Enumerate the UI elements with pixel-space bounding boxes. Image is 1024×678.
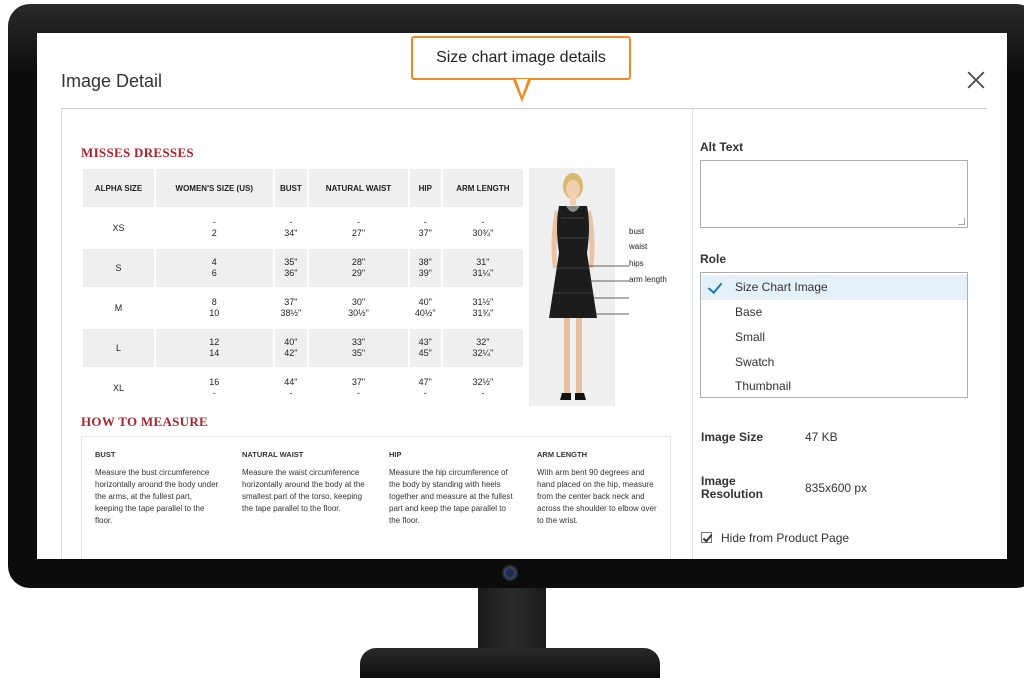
table-cell: 8 10 [156,289,273,327]
measure-label-hips: hips [629,259,644,268]
close-icon[interactable] [965,69,987,91]
table-cell: - 27" [309,209,408,247]
how-to-measure-heading: HOW TO MEASURE [81,414,209,429]
table-cell: S [83,249,155,287]
monitor-stand-base [360,648,660,678]
role-option-size-chart-image[interactable]: Size Chart Image [701,275,967,300]
table-cell: - 37" [409,209,441,247]
size-table: ALPHA SIZE WOMEN'S SIZE (US) BUST NATURAL W… [81,167,525,409]
table-cell: 4 6 [156,249,273,287]
alt-text-input[interactable] [700,160,968,228]
table-cell: 38" 39" [409,249,441,287]
image-size-value: 47 KB [805,430,838,444]
table-row: XS - 2- 34" - 27" - 37" - 30¾" [83,209,523,247]
chart-heading: MISSES DRESSES [81,145,194,160]
table-cell: 40" 42" [274,329,308,367]
table-row: M8 10 37" 38½" 30" 30½" 40" 40½" 31½" 31¾" [83,289,523,327]
table-cell: 40" 40½" [409,289,441,327]
measure-label-waist: waist [629,242,648,251]
table-cell: 33" 35" [309,329,408,367]
table-cell: 16 - [156,369,273,407]
image-resolution-label: Image Resolution [701,474,763,501]
table-cell: L [83,329,155,367]
table-cell: - 30¾" [442,209,523,247]
image-resolution-value: 835x600 px [805,481,868,495]
alt-text-label: Alt Text [700,140,744,154]
table-row: S4 6 35" 36" 28" 29" 38" 39" 31" 31¼" [83,249,523,287]
table-row: XL 16 -44" -37" -47" -32½" - [83,369,523,407]
table-cell: 44" - [274,369,308,407]
table-cell: 31½" 31¾" [442,289,523,327]
check-icon [707,278,723,295]
table-cell: M [83,289,155,327]
table-cell: 31" 31¼" [442,249,523,287]
measure-col-waist: NATURAL WAIST Measure the waist circumfe… [242,450,365,513]
monitor-screen: Image Detail MISSES DRESSES ALPHA SIZE WO… [37,33,1007,559]
role-option-base[interactable]: Base [701,300,967,325]
measure-label-arm-length: arm length [629,275,667,284]
size-table-header: HIP [409,169,441,207]
table-cell: 32" 32¼" [442,329,523,367]
checkmark-icon [702,532,713,543]
webcam-icon [504,567,516,579]
table-cell: 43" 45" [409,329,441,367]
role-select[interactable]: Size Chart Image Base Small Swatch Thumb… [700,272,968,398]
size-table-header: WOMEN'S SIZE (US) [156,169,273,207]
table-cell: - 34" [274,209,308,247]
measure-col-arm-length: ARM LENGTH With arm bent 90 degrees and … [537,450,657,525]
role-label: Role [700,252,727,266]
table-cell: 47" - [409,369,441,407]
role-option-small[interactable]: Small [701,325,967,350]
callout-arrow-inner [516,79,528,96]
role-option-thumbnail[interactable]: Thumbnail [701,374,967,399]
table-row: L 12 14 40" 42" 33" 35" 43" 45" 32" 32¼" [83,329,523,367]
table-cell: 35" 36" [274,249,308,287]
measure-label-bust: bust [629,227,645,236]
table-cell: XS [83,209,155,247]
hide-from-product-label[interactable]: Hide from Product Page [721,531,849,545]
size-table-header: BUST [274,169,308,207]
hide-from-product-checkbox[interactable] [701,532,713,543]
role-option-swatch[interactable]: Swatch [701,350,967,375]
callout-label: Size chart image details [411,36,631,80]
table-cell: 28" 29" [309,249,408,287]
table-cell: 12 14 [156,329,273,367]
modal-title: Image Detail [61,71,163,91]
monitor-stand-neck [478,588,546,650]
table-cell: - 2 [156,209,273,247]
table-cell: 32½" - [442,369,523,407]
measure-col-hip: HIP Measure the hip circumference of the… [389,450,513,525]
table-cell: 37" - [309,369,408,407]
size-table-header: ALPHA SIZE [83,169,155,207]
resize-grip-icon[interactable] [958,218,965,225]
dress-model-figure [549,173,629,400]
table-cell: 30" 30½" [309,289,408,327]
table-cell: 37" 38½" [274,289,308,327]
size-table-header: ARM LENGTH [442,169,523,207]
table-cell: XL [83,369,155,407]
image-size-label: Image Size [701,430,764,444]
measure-col-bust: BUST Measure the bust circumference hori… [95,450,219,525]
how-to-measure-box: BUST Measure the bust circumference hori… [81,436,671,559]
size-table-header: NATURAL WAIST [309,169,408,207]
